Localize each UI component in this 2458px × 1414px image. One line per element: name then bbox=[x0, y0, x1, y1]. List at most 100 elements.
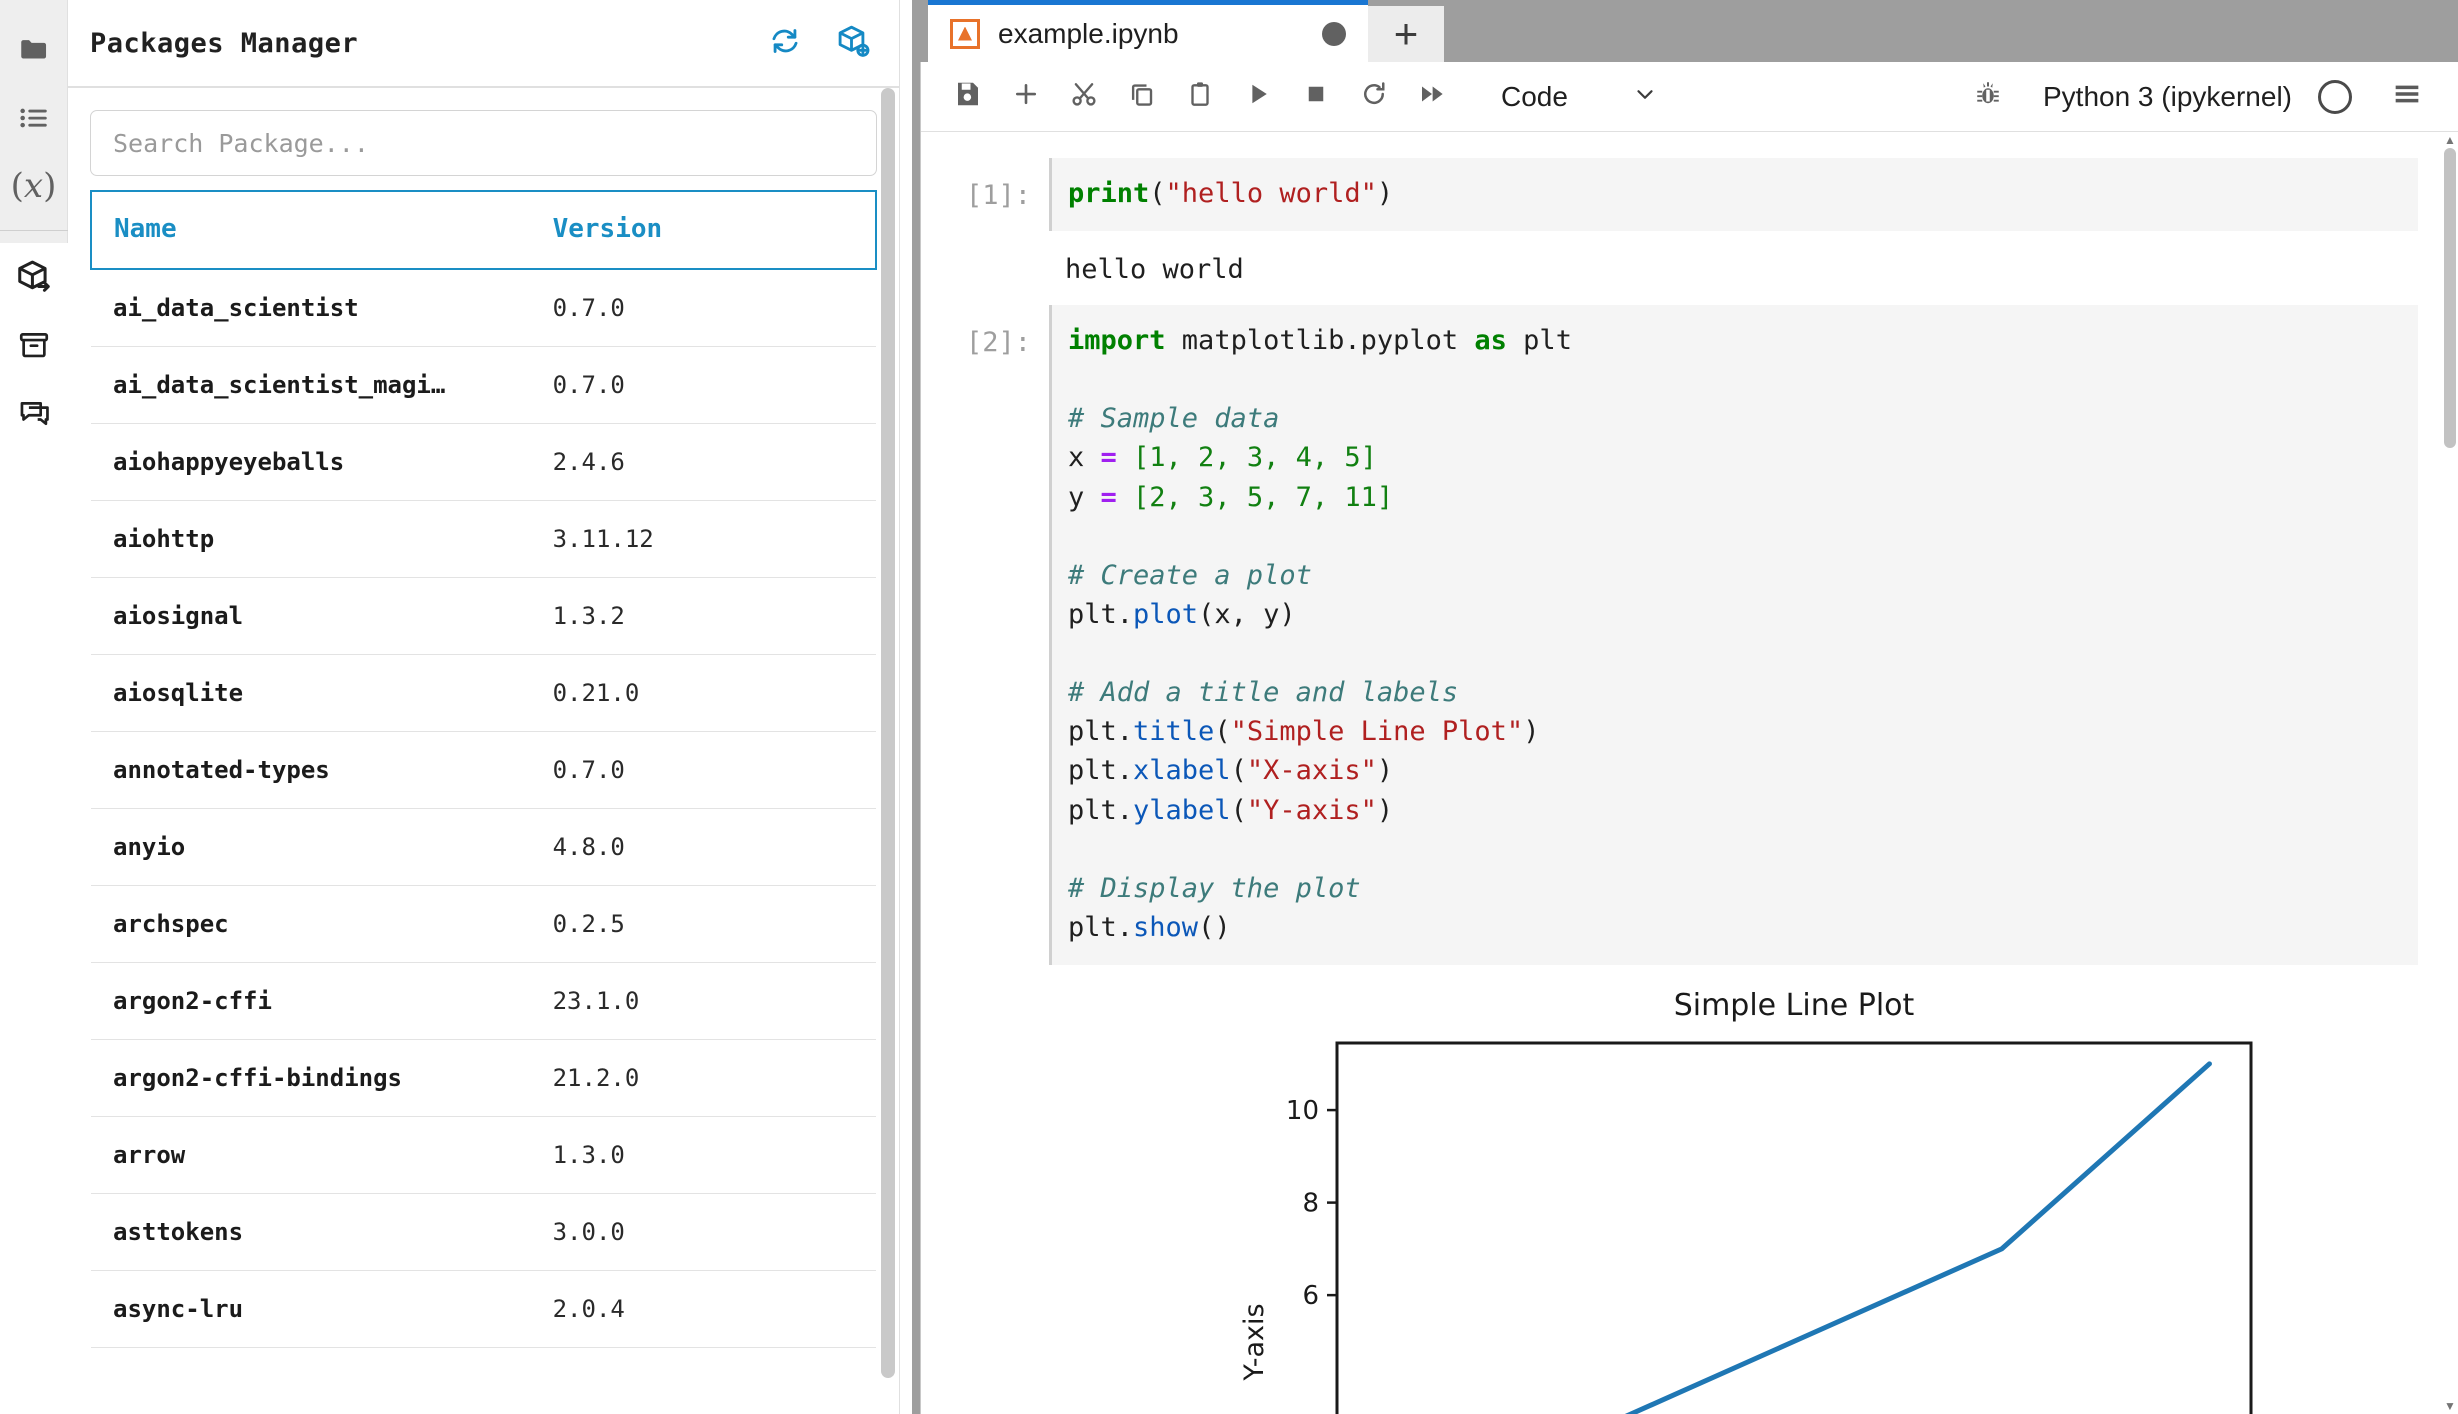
package-version-cell: 3.11.12 bbox=[530, 500, 876, 578]
chat-icon bbox=[17, 396, 51, 430]
scroll-up-arrow[interactable]: ▲ bbox=[2442, 132, 2458, 148]
restart-kernel-button[interactable] bbox=[1345, 68, 1403, 126]
code-token-alias: plt bbox=[1506, 324, 1572, 356]
table-row[interactable]: arrow 1.3.0 bbox=[91, 1116, 876, 1194]
line-chart: Simple Line Plot 6 8 10 Y-axis bbox=[1239, 988, 2252, 1414]
package-version-cell: 0.2.5 bbox=[530, 885, 876, 963]
table-row[interactable]: argon2-cffi-bindings 21.2.0 bbox=[91, 1039, 876, 1117]
plus-icon bbox=[1011, 79, 1041, 114]
cell-body: print("hello world") bbox=[1049, 158, 2418, 232]
code-comment-create-plot: # Create a plot bbox=[1068, 559, 1312, 591]
add-package-button[interactable] bbox=[833, 23, 873, 63]
cell-type-value: Code bbox=[1501, 80, 1568, 112]
sidebar-item-extension-manager[interactable] bbox=[0, 311, 68, 379]
refresh-icon bbox=[768, 24, 802, 63]
table-row[interactable]: async-lru 2.0.4 bbox=[91, 1270, 876, 1348]
run-cell-button[interactable] bbox=[1229, 68, 1287, 126]
table-row[interactable]: ai_data_scientist 0.7.0 bbox=[91, 269, 876, 347]
kernel-status-indicator[interactable] bbox=[2318, 79, 2352, 114]
package-name-cell: arrow bbox=[91, 1116, 531, 1194]
packages-manager-panel: Packages Manager Search Package... Name … bbox=[68, 0, 900, 1414]
code-token-print: print bbox=[1068, 178, 1150, 209]
package-name-cell: archspec bbox=[91, 885, 531, 963]
svg-text:Y-axis: Y-axis bbox=[1239, 1304, 1270, 1382]
code-token-plt-2: plt. bbox=[1068, 716, 1134, 748]
refresh-packages-button[interactable] bbox=[765, 23, 805, 63]
column-header-name[interactable]: Name bbox=[90, 190, 531, 270]
scrollbar-thumb[interactable] bbox=[881, 88, 895, 1378]
unsaved-changes-dot[interactable] bbox=[1322, 21, 1346, 46]
sidebar-item-package-manager[interactable] bbox=[0, 243, 68, 311]
code-token-paren-close: ) bbox=[1376, 178, 1394, 209]
packages-panel-scrollbar[interactable] bbox=[881, 88, 895, 1408]
table-row[interactable]: ai_data_scientist_magi… 0.7.0 bbox=[91, 346, 876, 424]
code-token-ylabel-string: "Y-axis" bbox=[1246, 794, 1377, 826]
restart-icon bbox=[1359, 79, 1389, 114]
code-token-ylabel-fn: ylabel bbox=[1133, 794, 1231, 826]
packages-table: Name Version ai_data_scientist 0.7.0 ai_da… bbox=[90, 190, 878, 1348]
search-input[interactable] bbox=[90, 110, 877, 176]
restart-and-run-all-button[interactable] bbox=[1403, 68, 1461, 126]
table-row[interactable]: aiohappyeyeballs 2.4.6 bbox=[91, 423, 876, 501]
notebook-cell[interactable]: [1]: print("hello world") bbox=[921, 158, 2458, 232]
table-row[interactable]: aiosignal 1.3.2 bbox=[91, 577, 876, 655]
notebook-scroll-region: [1]: print("hello world") hello world [2… bbox=[921, 132, 2458, 1414]
code-editor[interactable]: print("hello world") bbox=[1049, 158, 2418, 232]
code-token-title-close: ) bbox=[1523, 716, 1540, 748]
svg-text:10: 10 bbox=[1285, 1096, 1318, 1126]
notebook-cell[interactable]: [2]: import matplotlib.pyplot as plt # S… bbox=[921, 304, 2458, 966]
scroll-down-arrow[interactable]: ▼ bbox=[2442, 1398, 2458, 1414]
paste-icon bbox=[1185, 79, 1215, 114]
table-row[interactable]: anyio 4.8.0 bbox=[91, 808, 876, 886]
table-row[interactable]: aiosqlite 0.21.0 bbox=[91, 654, 876, 732]
figure-output: Simple Line Plot 6 8 10 Y-axis bbox=[921, 971, 2458, 1414]
new-tab-button[interactable]: + bbox=[1368, 6, 1444, 62]
table-row[interactable]: aiohttp 3.11.12 bbox=[91, 500, 876, 578]
sidebar-item-chat[interactable] bbox=[0, 379, 68, 447]
sidebar-item-file-browser[interactable] bbox=[0, 16, 68, 84]
package-version-cell: 4.8.0 bbox=[530, 808, 876, 886]
package-version-cell: 1.3.2 bbox=[530, 577, 876, 655]
code-token-show-fn: show bbox=[1133, 912, 1199, 944]
package-name-cell: aiohttp bbox=[91, 500, 531, 578]
notebook-scrollbar[interactable]: ▲ ▼ bbox=[2442, 132, 2458, 1414]
notebook-menu-button[interactable] bbox=[2378, 68, 2436, 126]
table-row[interactable]: annotated-types 0.7.0 bbox=[91, 731, 876, 809]
table-row[interactable]: asttokens 3.0.0 bbox=[91, 1193, 876, 1271]
kernel-name[interactable]: Python 3 (ipykernel) bbox=[2043, 81, 2292, 113]
tab-example-ipynb[interactable]: example.ipynb bbox=[928, 0, 1368, 62]
insert-cell-button[interactable] bbox=[997, 68, 1055, 126]
scrollbar-thumb[interactable] bbox=[2444, 148, 2456, 448]
table-row[interactable]: archspec 0.2.5 bbox=[91, 885, 876, 963]
scissors-icon bbox=[1069, 79, 1099, 114]
copy-cell-button[interactable] bbox=[1113, 68, 1171, 126]
package-version-cell: 0.7.0 bbox=[530, 731, 876, 809]
debugger-toggle-button[interactable] bbox=[1959, 68, 2017, 126]
interrupt-kernel-button[interactable] bbox=[1287, 68, 1345, 126]
svg-text:6: 6 bbox=[1302, 1281, 1319, 1311]
activity-bar-divider bbox=[0, 230, 68, 231]
cell-prompt: [2]: bbox=[965, 326, 1031, 358]
activity-bar-lower bbox=[0, 243, 68, 1414]
package-name-cell: anyio bbox=[91, 808, 531, 886]
panel-splitter[interactable] bbox=[900, 0, 912, 1414]
code-token-x-equals: = bbox=[1100, 442, 1117, 474]
cell-type-select[interactable]: Code bbox=[1487, 69, 1672, 125]
paste-cell-button[interactable] bbox=[1171, 68, 1229, 126]
stop-icon bbox=[1301, 79, 1331, 114]
sidebar-item-variable-inspector[interactable]: (x) bbox=[0, 152, 68, 220]
archive-box-icon bbox=[17, 328, 51, 362]
code-token-xlabel-open: ( bbox=[1230, 755, 1247, 787]
package-name-cell: argon2-cffi bbox=[91, 962, 531, 1040]
table-row[interactable]: argon2-cffi 23.1.0 bbox=[91, 962, 876, 1040]
sidebar-item-running[interactable] bbox=[0, 84, 68, 152]
package-search-container bbox=[68, 88, 899, 190]
code-token-as: as bbox=[1474, 324, 1507, 356]
scrollbar-track[interactable] bbox=[2442, 148, 2458, 1398]
notebook-cells: [1]: print("hello world") hello world [2… bbox=[921, 132, 2458, 1414]
save-button[interactable] bbox=[939, 68, 997, 126]
output-body: hello world bbox=[1049, 237, 2418, 299]
cut-cell-button[interactable] bbox=[1055, 68, 1113, 126]
code-editor[interactable]: import matplotlib.pyplot as plt # Sample… bbox=[1049, 304, 2418, 966]
column-header-version[interactable]: Version bbox=[530, 190, 878, 270]
